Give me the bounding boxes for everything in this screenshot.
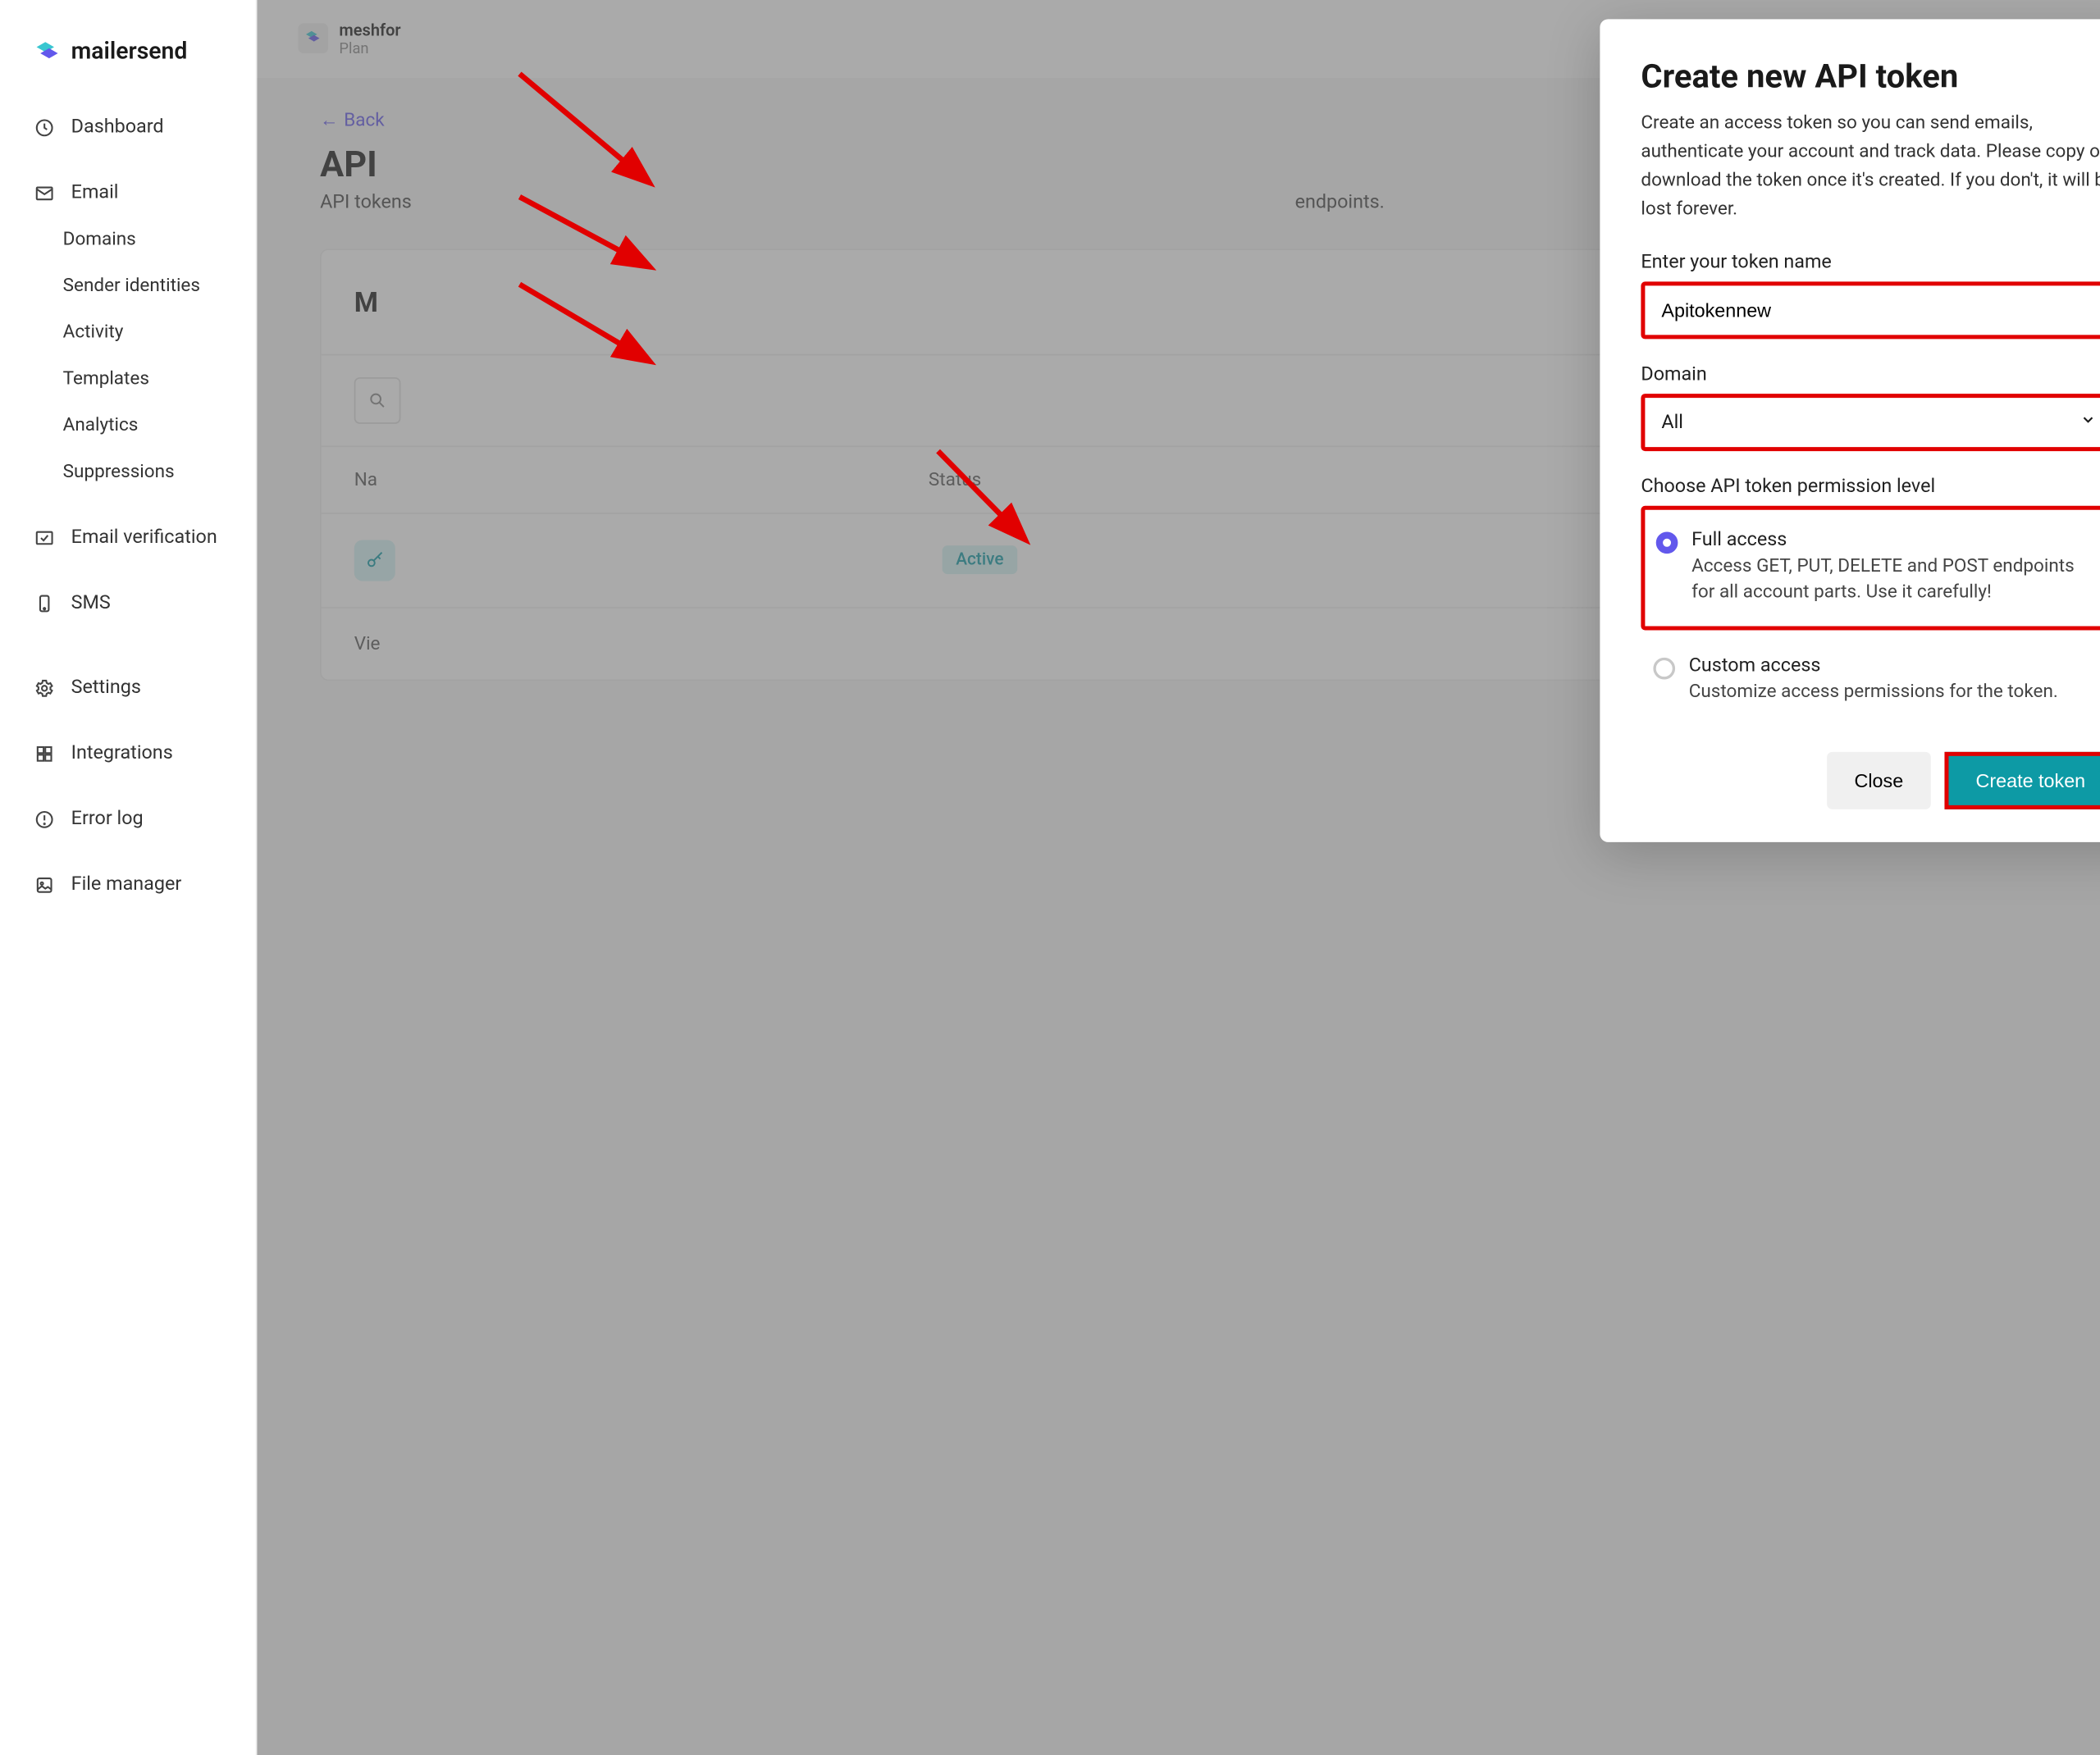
logo[interactable]: mailersend [0,27,256,103]
modal-title: Create new API token [1641,57,2100,96]
sidebar-item-email[interactable]: Email [0,170,256,217]
sidebar-item-domains[interactable]: Domains [0,216,256,262]
radio-custom-access[interactable]: Custom access Customize access permissio… [1653,654,2100,706]
token-name-input[interactable] [1641,281,2100,339]
close-button[interactable]: Close [1827,752,1930,809]
sidebar-item-analytics[interactable]: Analytics [0,402,256,449]
domain-label: Domain [1641,363,2100,385]
radio-icon [1653,658,1675,680]
radio-full-access[interactable]: Full access Access GET, PUT, DELETE and … [1653,521,2100,615]
sidebar-item-suppressions[interactable]: Suppressions [0,449,256,495]
radio-icon [1656,531,1678,554]
email-icon [33,182,55,204]
integrations-icon [33,742,55,764]
sidebar-item-sender-identities[interactable]: Sender identities [0,262,256,309]
sidebar-item-integrations[interactable]: Integrations [0,730,256,777]
check-email-icon [33,526,55,549]
modal-description: Create an access token so you can send e… [1641,109,2100,224]
token-name-label: Enter your token name [1641,251,2100,273]
phone-icon [33,592,55,614]
modal-overlay: ✕ Create new API token Create an access … [257,0,2100,1755]
sidebar: mailersend Dashboard Email Domains Sende… [0,0,257,1755]
domain-select[interactable]: All [1641,394,2100,451]
sidebar-item-templates[interactable]: Templates [0,355,256,402]
create-token-button[interactable]: Create token [1944,752,2100,809]
chevron-down-icon [2080,411,2097,433]
permission-label: Choose API token permission level [1641,476,2100,498]
sidebar-item-dashboard[interactable]: Dashboard [0,104,256,151]
error-icon [33,808,55,830]
sidebar-item-activity[interactable]: Activity [0,309,256,356]
logo-text: mailersend [71,39,188,66]
file-icon [33,873,55,896]
sidebar-item-sms[interactable]: SMS [0,580,256,627]
gear-icon [33,677,55,699]
logo-icon [33,39,60,66]
main-area: meshfor Plan boden boden.wale@meshfor.co… [257,0,2100,1755]
sidebar-item-settings[interactable]: Settings [0,664,256,711]
dashboard-icon [33,116,55,139]
sidebar-item-file-manager[interactable]: File manager [0,861,256,908]
modal: ✕ Create new API token Create an access … [1600,19,2100,842]
sidebar-item-email-verification[interactable]: Email verification [0,514,256,561]
sidebar-item-error-log[interactable]: Error log [0,795,256,842]
